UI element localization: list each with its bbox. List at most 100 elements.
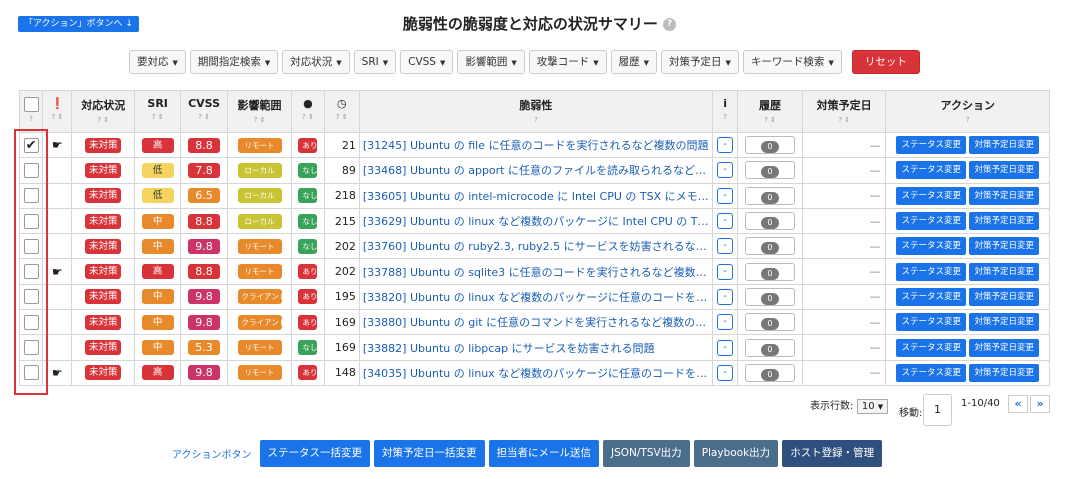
table-row[interactable]: 未対策 中 9.8 リモート なし 202 [33760] Ubuntu の ruby2.3… — [18, 233, 1050, 260]
date-change-button[interactable]: 対策予定日変更 — [969, 237, 1039, 256]
date-change-button[interactable]: 対策予定日変更 — [969, 262, 1039, 281]
table-row[interactable]: 未対策 中 9.8 クライアント あり 169 [33880] Ubuntu の git に… — [18, 309, 1050, 336]
history-button[interactable]: 0 — [744, 363, 795, 382]
filter-exploit-code[interactable]: 攻撃コード ▼ — [528, 50, 607, 74]
info-button[interactable]: - — [717, 137, 734, 154]
info-cell: - — [711, 258, 739, 285]
info-button[interactable]: - — [717, 339, 734, 356]
info-button[interactable]: - — [717, 364, 734, 381]
filter-needs-action[interactable]: 要対応 ▼ — [129, 50, 186, 74]
cvss-header[interactable]: CVSS? ⇕ — [180, 90, 228, 133]
info-button[interactable]: - — [717, 213, 734, 230]
bulk-date-change-button[interactable]: 対策予定日一括変更 — [374, 440, 485, 467]
status-change-button[interactable]: ステータス変更 — [896, 338, 966, 357]
status-header[interactable]: 対応状況? ⇕ — [71, 90, 135, 133]
vulnerability-link[interactable]: [33820] Ubuntu の linux など複数のパッケージに任意のコード… — [358, 283, 713, 311]
date-change-button[interactable]: 対策予定日変更 — [969, 363, 1039, 382]
help-icon[interactable]: ? — [663, 18, 677, 31]
status-change-button[interactable]: ステータス変更 — [896, 161, 966, 180]
bulk-status-change-button[interactable]: ステータス一括変更 — [259, 440, 370, 467]
sri-badge: 低 — [141, 188, 174, 204]
vulnerability-link[interactable]: [33880] Ubuntu の git に任意のコマンドを実行されるなど複数の… — [358, 309, 713, 336]
history-button[interactable]: 0 — [744, 287, 795, 306]
date-change-button[interactable]: 対策予定日変更 — [969, 136, 1039, 155]
send-mail-button[interactable]: 担当者にメール送信 — [488, 440, 599, 467]
table-row[interactable]: 未対策 低 7.8 ローカル なし 89 [33468] Ubuntu の apport に… — [18, 157, 1050, 184]
info-button[interactable]: - — [717, 162, 734, 179]
vulnerability-link[interactable]: [34035] Ubuntu の linux など複数のパッケージに任意のコード… — [358, 359, 713, 386]
caret-down-icon: ▼ — [264, 59, 271, 67]
filter-cvss[interactable]: CVSS ▼ — [400, 50, 454, 74]
vulnerability-link[interactable]: [33468] Ubuntu の apport に任意のファイルを読み取られるな… — [358, 157, 713, 184]
vulnerability-link[interactable]: [33760] Ubuntu の ruby2.3, ruby2.5 にサービスを… — [358, 233, 713, 260]
playbook-export-button[interactable]: Playbook出力 — [693, 440, 779, 467]
status-change-button[interactable]: ステータス変更 — [896, 186, 966, 205]
history-button[interactable]: 0 — [744, 212, 795, 231]
date-change-button[interactable]: 対策予定日変更 — [969, 338, 1039, 357]
history-button[interactable]: 0 — [744, 136, 795, 155]
table-row[interactable]: 未対策 中 5.3 リモート なし 169 [33882] Ubuntu の libpcap… — [18, 334, 1050, 361]
date-change-button[interactable]: 対策予定日変更 — [969, 313, 1039, 332]
host-management-button[interactable]: ホスト登録・管理 — [782, 440, 883, 467]
info-button[interactable]: - — [717, 263, 734, 280]
vulnerability-link[interactable]: [33605] Ubuntu の intel-microcode に Intel… — [358, 182, 713, 209]
filter-planned-date[interactable]: 対策予定日 ▼ — [661, 50, 739, 74]
history-button[interactable]: 0 — [744, 161, 795, 180]
vulnerability-link[interactable]: [31245] Ubuntu の file に任意のコードを実行されるなど複数の… — [358, 131, 713, 159]
info-button[interactable]: - — [717, 187, 734, 204]
table-row[interactable]: 未対策 中 8.8 ローカル なし 215 [33629] Ubuntu の linux な… — [18, 207, 1050, 235]
table-row[interactable]: ☛ 未対策 高 8.8 リモート あり 202 [33788] Ubuntu の sqlite… — [18, 258, 1050, 285]
status-change-button[interactable]: ステータス変更 — [896, 262, 966, 281]
vuln-header[interactable]: 脆弱性? — [358, 90, 713, 133]
info-button[interactable]: - — [717, 288, 734, 305]
page-input[interactable]: 1 — [923, 394, 952, 426]
date-change-button[interactable]: 対策予定日変更 — [969, 161, 1039, 180]
date-change-button[interactable]: 対策予定日変更 — [969, 287, 1039, 306]
info-button[interactable]: - — [717, 238, 734, 255]
filter-status[interactable]: 対応状況 ▼ — [282, 50, 350, 74]
filter-sri[interactable]: SRI ▼ — [353, 50, 397, 74]
rows-select[interactable]: 10 ▼ — [856, 399, 889, 414]
table-row[interactable]: 未対策 低 6.5 ローカル なし 218 [33605] Ubuntu の intel-m… — [18, 182, 1050, 209]
range-badge: リモート — [237, 264, 282, 280]
table-row[interactable]: ✔ ☛ 未対策高 8.8 リモート あり 21 [31245] Ubuntu の file に… — [18, 131, 1050, 159]
exploit-header[interactable]: ●? ⇕ — [291, 90, 325, 133]
history-button[interactable]: 0 — [744, 338, 795, 357]
status-change-button[interactable]: ステータス変更 — [896, 136, 966, 155]
filter-impact-range[interactable]: 影響範囲 ▼ — [457, 50, 525, 74]
info-header: i? — [711, 90, 739, 133]
status-change-button[interactable]: ステータス変更 — [896, 237, 966, 256]
filter-keyword[interactable]: キーワード検索 ▼ — [742, 50, 842, 74]
select-all-checkbox[interactable] — [23, 97, 39, 112]
status-change-button[interactable]: ステータス変更 — [896, 287, 966, 306]
cvss-badge: 9.8 — [188, 365, 221, 381]
range-cell: リモート — [226, 131, 293, 159]
table-row[interactable]: 未対策 中 9.8 クライアント あり 195 [33820] Ubuntu の linux… — [18, 283, 1050, 311]
status-change-button[interactable]: ステータス変更 — [896, 212, 966, 231]
status-change-button[interactable]: ステータス変更 — [896, 363, 966, 382]
vulnerability-link[interactable]: [33788] Ubuntu の sqlite3 に任意のコードを実行されるなど… — [358, 258, 713, 285]
vulnerability-link[interactable]: [33629] Ubuntu の linux など複数のパッケージに Intel… — [358, 207, 713, 235]
reset-button[interactable]: リセット — [851, 50, 920, 74]
range-header[interactable]: 影響範囲? ⇕ — [226, 90, 293, 133]
filter-history[interactable]: 履歴 ▼ — [610, 50, 658, 74]
history-button[interactable]: 0 — [744, 313, 795, 332]
alert-header[interactable]: ❗ ? ⇕ — [42, 90, 73, 133]
info-button[interactable]: - — [717, 314, 734, 331]
history-button[interactable]: 0 — [744, 262, 795, 281]
history-button[interactable]: 0 — [744, 237, 795, 256]
vulnerability-link[interactable]: [33882] Ubuntu の libpcap にサービスを妨害される問題 — [358, 334, 713, 361]
filter-period[interactable]: 期間指定検索 ▼ — [189, 50, 279, 74]
count-header[interactable]: ◷? ⇕ — [323, 90, 360, 133]
history-button[interactable]: 0 — [744, 186, 795, 205]
next-page-button[interactable]: » — [1030, 395, 1050, 413]
table-row[interactable]: ☛ 未対策 高 9.8 リモート あり 148 [34035] Ubuntu の linux … — [18, 359, 1050, 386]
status-change-button[interactable]: ステータス変更 — [896, 313, 966, 332]
date-change-button[interactable]: 対策予定日変更 — [969, 186, 1039, 205]
date-header[interactable]: 対策予定日? ⇕ — [801, 90, 887, 133]
first-page-button[interactable]: « — [1008, 395, 1028, 413]
sri-header[interactable]: SRI? ⇕ — [133, 90, 182, 133]
history-header[interactable]: 履歴? ⇕ — [737, 90, 803, 133]
date-change-button[interactable]: 対策予定日変更 — [969, 212, 1039, 231]
export-json-tsv-button[interactable]: JSON/TSV出力 — [603, 440, 690, 467]
